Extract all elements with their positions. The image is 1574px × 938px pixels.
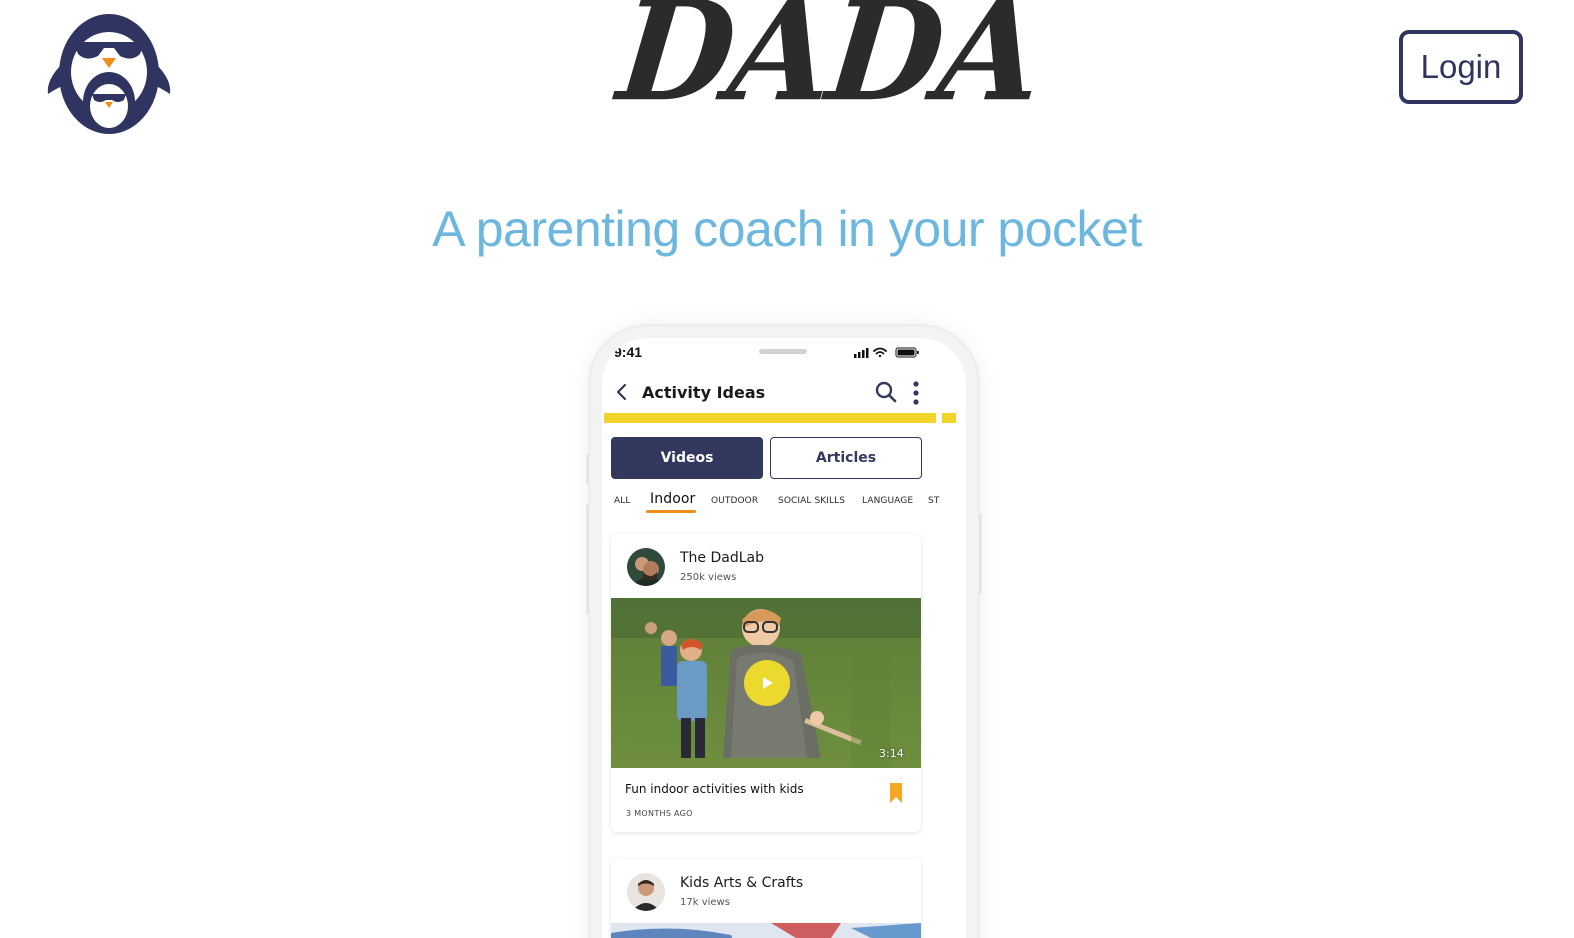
- progress-accent-bar-end: [942, 413, 956, 423]
- signal-icon: [854, 348, 869, 358]
- battery-icon: [895, 347, 919, 358]
- back-chevron-icon[interactable]: [614, 382, 630, 402]
- bookmark-icon[interactable]: [889, 782, 903, 804]
- status-time: 9:41: [614, 344, 643, 360]
- category-st[interactable]: ST: [928, 496, 939, 506]
- progress-accent-bar: [604, 413, 936, 423]
- phone-mockup: 9:41 Activity Ideas Videos Articles ALL …: [586, 324, 982, 938]
- card-footer: Fun indoor activities with kids 3 MONTHS…: [611, 768, 921, 832]
- category-outdoor[interactable]: OUTDOOR: [711, 496, 758, 506]
- channel-avatar[interactable]: [627, 548, 665, 586]
- view-count: 17k views: [680, 897, 730, 908]
- login-button[interactable]: Login: [1399, 30, 1523, 104]
- view-count: 250k views: [680, 572, 737, 583]
- landing-page: DADA Login A parenting coach in your poc…: [0, 0, 1574, 938]
- category-language[interactable]: LANGUAGE: [862, 496, 913, 506]
- wifi-icon: [873, 347, 887, 358]
- category-active-underline: [646, 510, 696, 513]
- brand-wordmark: DADA: [611, 0, 1047, 133]
- thumbnail-image: [611, 923, 921, 938]
- video-duration: 3:14: [879, 747, 904, 760]
- channel-name[interactable]: The DadLab: [680, 550, 764, 566]
- notch-indicator: [759, 349, 807, 354]
- video-thumbnail[interactable]: [611, 923, 921, 938]
- category-all[interactable]: ALL: [614, 496, 631, 506]
- phone-screen: 9:41 Activity Ideas Videos Articles ALL …: [602, 338, 966, 938]
- app-bar: Activity Ideas: [602, 374, 966, 414]
- penguin-logo[interactable]: [44, 2, 174, 134]
- phone-side-button: [586, 454, 589, 484]
- status-icons: [854, 347, 919, 358]
- video-card[interactable]: The DadLab 250k views 3:14 Fun indoor ac…: [611, 534, 921, 832]
- tab-videos[interactable]: Videos: [611, 437, 763, 479]
- hero-tagline: A parenting coach in your pocket: [432, 201, 1142, 257]
- tab-articles[interactable]: Articles: [770, 437, 922, 479]
- app-title: Activity Ideas: [642, 383, 766, 402]
- video-thumbnail[interactable]: 3:14: [611, 598, 921, 768]
- channel-name[interactable]: Kids Arts & Crafts: [680, 875, 803, 891]
- video-card[interactable]: Kids Arts & Crafts 17k views: [611, 859, 921, 938]
- status-bar: 9:41: [602, 338, 966, 372]
- card-header: Kids Arts & Crafts 17k views: [611, 859, 921, 923]
- phone-side-button: [586, 504, 589, 614]
- category-filter-bar: ALL Indoor OUTDOOR SOCIAL SKILLS LANGUAG…: [602, 488, 966, 518]
- more-vertical-icon[interactable]: [911, 380, 921, 406]
- search-icon[interactable]: [874, 380, 898, 404]
- video-title[interactable]: Fun indoor activities with kids: [625, 782, 804, 796]
- phone-side-button: [979, 514, 982, 594]
- card-header: The DadLab 250k views: [611, 534, 921, 598]
- play-icon[interactable]: [744, 660, 790, 706]
- channel-avatar[interactable]: [627, 873, 665, 911]
- category-social-skills[interactable]: SOCIAL SKILLS: [778, 496, 845, 506]
- video-age: 3 MONTHS AGO: [626, 809, 693, 818]
- category-indoor[interactable]: Indoor: [650, 491, 695, 507]
